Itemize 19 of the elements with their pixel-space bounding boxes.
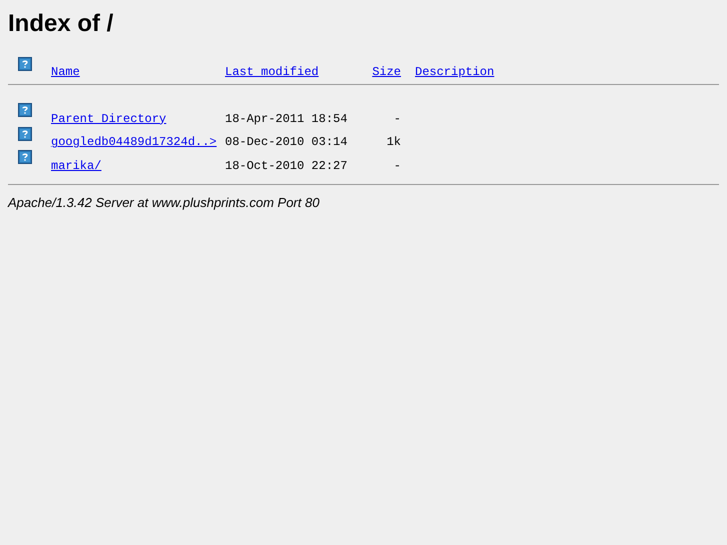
modified-date: 18-Oct-2010 22:27: [225, 160, 348, 172]
page-title: Index of /: [8, 10, 114, 39]
unknown-file-icon: [18, 126, 32, 141]
unknown-file-icon: [18, 103, 32, 118]
file-size: -: [392, 160, 401, 172]
column-header-link[interactable]: Last modified: [225, 65, 319, 80]
file-size: 1k: [386, 136, 401, 148]
modified-date: 18-Apr-2011 18:54: [225, 112, 348, 125]
column-header-link[interactable]: Size: [372, 65, 401, 80]
file-link[interactable]: Parent Directory: [51, 112, 166, 126]
unknown-file-icon: [18, 56, 32, 71]
modified-date: 08-Dec-2010 03:14: [225, 136, 348, 148]
unknown-file-icon: [18, 150, 32, 164]
file-size: -: [392, 112, 401, 125]
server-signature: Apache/1.3.42 Server at www.plushprints.com Port 80: [8, 194, 320, 212]
file-link[interactable]: googledb04489d17324d..>: [51, 135, 217, 150]
file-link[interactable]: marika/: [51, 158, 102, 173]
column-header-link[interactable]: Description: [415, 65, 494, 80]
column-header-link[interactable]: Name: [51, 65, 80, 80]
